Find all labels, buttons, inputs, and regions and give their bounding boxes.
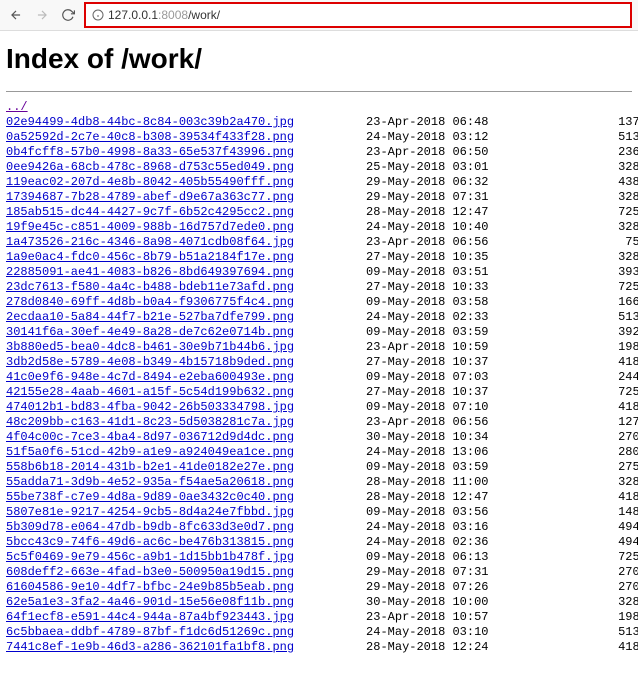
file-link[interactable]: 61604586-9e10-4df7-bfbc-24e9b85b5eab.png xyxy=(6,580,294,594)
page-title-prefix: Index of xyxy=(6,43,121,74)
file-link[interactable]: 2ecdaa10-5a84-44f7-b21e-527ba7dfe799.png xyxy=(6,310,294,324)
file-link[interactable]: 5b309d78-e064-47db-b9db-8fc633d3e0d7.png xyxy=(6,520,294,534)
file-link[interactable]: 3b880ed5-bea0-4dc8-b461-30e9b71b44b6.jpg xyxy=(6,340,294,354)
file-link[interactable]: 119eac02-207d-4e8b-8042-405b55490fff.png xyxy=(6,175,294,189)
file-link[interactable]: 5bcc43c9-74f6-49d6-ac6c-be476b313815.png xyxy=(6,535,294,549)
browser-toolbar: 127.0.0.1:8008/work/ xyxy=(0,0,638,31)
file-link[interactable]: 02e94499-4db8-44bc-8c84-003c39b2a470.jpg xyxy=(6,115,294,129)
file-link[interactable]: 48c209bb-c163-41d1-8c23-5d5038281c7a.jpg xyxy=(6,415,294,429)
file-link[interactable]: 1a9e0ac4-fdc0-456c-8b79-b51a2184f17e.png xyxy=(6,250,294,264)
file-link[interactable]: 4f04c00c-7ce3-4ba4-8d97-036712d9d4dc.png xyxy=(6,430,294,444)
url-path: /work/ xyxy=(188,8,220,22)
url-port: :8008 xyxy=(158,8,188,22)
file-link[interactable]: 474012b1-bd83-4fba-9042-26b503334798.jpg xyxy=(6,400,294,414)
file-link[interactable]: 19f9e45c-c851-4009-988b-16d757d7ede0.png xyxy=(6,220,294,234)
url-host: 127.0.0.1 xyxy=(108,8,158,22)
file-link[interactable]: 42155e28-4aab-4601-a15f-5c54d199b632.png xyxy=(6,385,294,399)
file-link[interactable]: 64f1ecf8-e591-44c4-944a-87a4bf923443.jpg xyxy=(6,610,294,624)
file-link[interactable]: 278d0840-69ff-4d8b-b0a4-f9306775f4c4.png xyxy=(6,295,294,309)
file-link[interactable]: 17394687-7b28-4789-abef-d9e67a363c77.png xyxy=(6,190,294,204)
site-info-icon[interactable] xyxy=(92,9,104,21)
url-text: 127.0.0.1:8008/work/ xyxy=(108,8,220,22)
file-link[interactable]: 23dc7613-f580-4a4c-b488-bdeb11e73afd.png xyxy=(6,280,294,294)
file-link[interactable]: 62e5a1e3-3fa2-4a46-901d-15e56e08f11b.png xyxy=(6,595,294,609)
file-link[interactable]: 41c0e9f6-948e-4c7d-8494-e2eba600493e.png xyxy=(6,370,294,384)
reload-button[interactable] xyxy=(58,5,78,25)
directory-listing: ../ 02e94499-4db8-44bc-8c84-003c39b2a470… xyxy=(6,100,632,655)
file-link[interactable]: 185ab515-dc44-4427-9c7f-6b52c4295cc2.png xyxy=(6,205,294,219)
url-bar[interactable]: 127.0.0.1:8008/work/ xyxy=(84,2,632,28)
file-link[interactable]: 55adda71-3d9b-4e52-935a-f54ae5a20618.png xyxy=(6,475,294,489)
file-link[interactable]: 55be738f-c7e9-4d8a-9d89-0ae3432c0c40.png xyxy=(6,490,294,504)
file-link[interactable]: 22885091-ae41-4083-b826-8bd649397694.png xyxy=(6,265,294,279)
file-link[interactable]: 558b6b18-2014-431b-b2e1-41de0182e27e.png xyxy=(6,460,294,474)
file-link[interactable]: 0a52592d-2c7e-40c8-b308-39534f433f28.png xyxy=(6,130,294,144)
file-link[interactable]: 0ee9426a-68cb-478c-8968-d753c55ed049.png xyxy=(6,160,294,174)
file-link[interactable]: 7441c8ef-1e9b-46d3-a286-362101fa1bf8.png xyxy=(6,640,294,654)
file-link[interactable]: 3db2d58e-5789-4e08-b349-4b15718b9ded.png xyxy=(6,355,294,369)
file-link[interactable]: 1a473526-216c-4346-8a98-4071cdb08f64.jpg xyxy=(6,235,294,249)
file-link[interactable]: 608deff2-663e-4fad-b3e0-500950a19d15.png xyxy=(6,565,294,579)
file-link[interactable]: 5c5f0469-9e79-456c-a9b1-1d15bb1b478f.jpg xyxy=(6,550,294,564)
file-link[interactable]: 51f5a0f6-51cd-42b9-a1e9-a924049ea1ce.png xyxy=(6,445,294,459)
file-link[interactable]: 6c5bbaea-ddbf-4789-87bf-f1dc6d51269c.png xyxy=(6,625,294,639)
page-title-path: /work/ xyxy=(121,43,202,74)
parent-dir-link[interactable]: ../ xyxy=(6,100,28,114)
page-title: Index of /work/ xyxy=(6,43,632,75)
file-link[interactable]: 30141f6a-30ef-4e49-8a28-de7c62e0714b.png xyxy=(6,325,294,339)
page-body: Index of /work/ ../ 02e94499-4db8-44bc-8… xyxy=(0,31,638,655)
forward-button[interactable] xyxy=(32,5,52,25)
back-button[interactable] xyxy=(6,5,26,25)
divider xyxy=(6,91,632,92)
file-link[interactable]: 5807e81e-9217-4254-9cb5-8d4a24e7fbbd.jpg xyxy=(6,505,294,519)
file-link[interactable]: 0b4fcff8-57b0-4998-8a33-65e537f43996.png xyxy=(6,145,294,159)
